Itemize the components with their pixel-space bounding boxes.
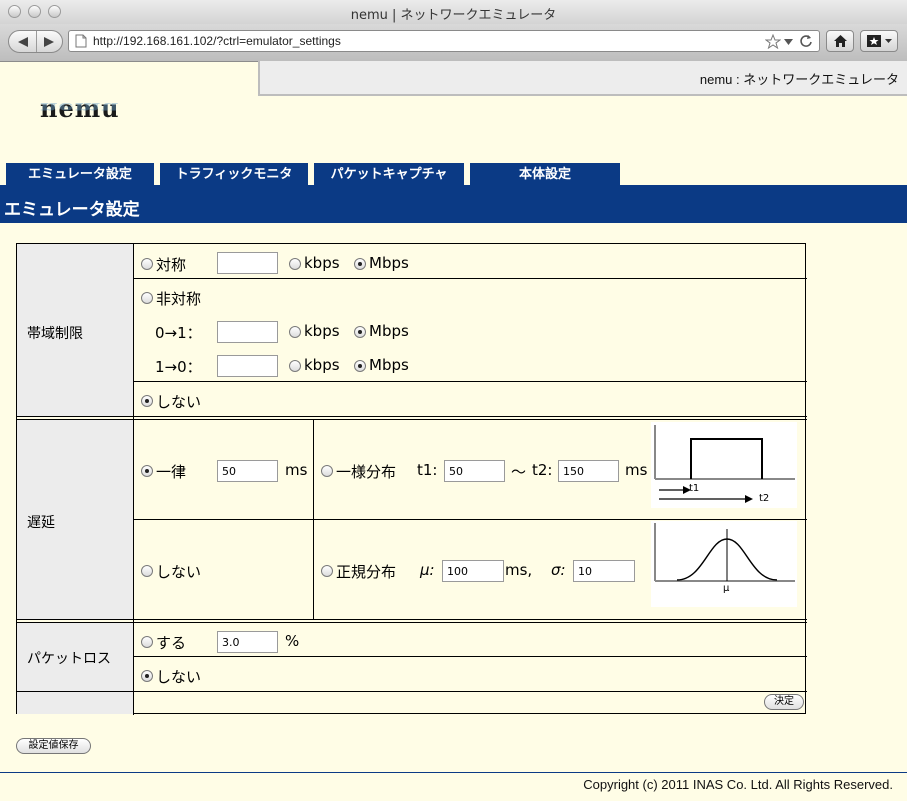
radio-1-to-0-kbps[interactable] bbox=[289, 360, 301, 372]
mu-unit: ms, bbox=[505, 561, 533, 579]
delay-none-label: しない bbox=[156, 563, 202, 581]
dir-1-to-0-mbps-label: Mbps bbox=[369, 356, 409, 374]
forward-icon[interactable] bbox=[42, 36, 56, 48]
delay-constant-input[interactable]: 50 bbox=[217, 460, 278, 482]
delay-uniform-label: 一様分布 bbox=[336, 463, 397, 481]
packet-loss-none-label: しない bbox=[156, 668, 202, 686]
page-icon bbox=[75, 34, 87, 48]
site-title: nemu : ネットワークエミュレータ bbox=[699, 72, 899, 87]
radio-delay-normal[interactable] bbox=[321, 565, 333, 577]
mu-label: μ: bbox=[420, 561, 435, 579]
radio-delay-none[interactable] bbox=[141, 565, 153, 577]
t1-label: t1: bbox=[417, 461, 438, 479]
sigma-label: σ: bbox=[551, 561, 566, 579]
main-tabs: エミュレータ設定 トラフィックモニタ パケットキャプチャ 本体設定 bbox=[0, 163, 907, 185]
bookmarks-menu-button[interactable] bbox=[860, 30, 898, 52]
normal-distribution-diagram: μ bbox=[651, 521, 797, 607]
nemu-logo-reflection: nemu bbox=[40, 99, 120, 117]
delay-constant-label: 一律 bbox=[156, 463, 187, 481]
radio-packet-loss-on[interactable] bbox=[141, 636, 153, 648]
asymmetric-label: 非対称 bbox=[156, 290, 202, 308]
header-strip: nemu : ネットワークエミュレータ bbox=[258, 61, 907, 96]
window-title: nemu | ネットワークエミュレータ bbox=[350, 8, 557, 23]
packet-loss-label: パケットロス bbox=[27, 651, 111, 667]
radio-0-to-1-mbps[interactable] bbox=[354, 326, 366, 338]
settings-table: 帯域制限 遅延 パケットロス 対称 kbps Mbps 非対称 0→1： kbp… bbox=[16, 243, 807, 715]
radio-bandwidth-symmetric[interactable] bbox=[141, 258, 153, 270]
dir-0-to-1-mbps-label: Mbps bbox=[369, 322, 409, 340]
delay-uniform-unit: ms bbox=[625, 461, 648, 479]
dir-0-to-1-kbps-label: kbps bbox=[304, 322, 340, 340]
delay-label: 遅延 bbox=[27, 515, 55, 531]
symmetric-label: 対称 bbox=[156, 256, 187, 274]
bookmarks-icon bbox=[867, 35, 892, 47]
tab-traffic-monitor[interactable]: トラフィックモニタ bbox=[160, 163, 308, 185]
apply-button[interactable]: 決定 bbox=[764, 694, 804, 710]
uniform-distribution-graph bbox=[654, 425, 795, 503]
symmetric-bandwidth-input[interactable] bbox=[217, 252, 278, 274]
radio-bandwidth-asymmetric[interactable] bbox=[141, 292, 153, 304]
dir-0-to-1-label: 0→1： bbox=[155, 324, 202, 342]
diagram-mu-label: μ bbox=[723, 583, 730, 594]
tab-device-settings[interactable]: 本体設定 bbox=[470, 163, 620, 185]
bandwidth-label: 帯域制限 bbox=[27, 326, 83, 342]
bandwidth-0-to-1-input[interactable] bbox=[217, 321, 278, 343]
dropdown-arrow-icon[interactable] bbox=[784, 39, 793, 45]
t1-input[interactable]: 50 bbox=[444, 460, 505, 482]
url-text[interactable]: http://192.168.161.102/?ctrl=emulator_se… bbox=[93, 34, 341, 48]
radio-0-to-1-kbps[interactable] bbox=[289, 326, 301, 338]
radio-symmetric-mbps[interactable] bbox=[354, 258, 366, 270]
radio-packet-loss-none[interactable] bbox=[141, 670, 153, 682]
diagram-t1-label: t1 bbox=[689, 483, 700, 494]
radio-symmetric-kbps[interactable] bbox=[289, 258, 301, 270]
save-settings-button[interactable]: 設定値保存 bbox=[16, 738, 91, 754]
symmetric-mbps-label: Mbps bbox=[369, 254, 409, 272]
tab-packet-capture[interactable]: パケットキャプチャ bbox=[314, 163, 464, 185]
dir-1-to-0-kbps-label: kbps bbox=[304, 356, 340, 374]
browser-toolbar: http://192.168.161.102/?ctrl=emulator_se… bbox=[0, 24, 907, 62]
diagram-t2-label: t2 bbox=[759, 493, 770, 504]
reload-icon[interactable] bbox=[799, 34, 813, 48]
normal-distribution-graph bbox=[654, 523, 795, 582]
bookmark-star-icon[interactable] bbox=[765, 34, 781, 49]
tab-emulator-settings[interactable]: エミュレータ設定 bbox=[6, 163, 154, 185]
tilde-label: 〜 bbox=[511, 463, 527, 481]
radio-delay-uniform[interactable] bbox=[321, 465, 333, 477]
packet-loss-unit: % bbox=[285, 632, 300, 650]
dir-1-to-0-label: 1→0： bbox=[155, 358, 202, 376]
bandwidth-none-label: しない bbox=[156, 393, 202, 411]
t2-label: t2: bbox=[532, 461, 553, 479]
radio-1-to-0-mbps[interactable] bbox=[354, 360, 366, 372]
bandwidth-1-to-0-input[interactable] bbox=[217, 355, 278, 377]
home-icon bbox=[834, 35, 847, 47]
label-cell-empty bbox=[17, 692, 133, 714]
delay-constant-unit: ms bbox=[285, 461, 308, 479]
symmetric-kbps-label: kbps bbox=[304, 254, 340, 272]
nav-buttons bbox=[8, 30, 63, 53]
section-title: エミュレータ設定 bbox=[4, 200, 140, 220]
mu-input[interactable]: 100 bbox=[442, 560, 504, 582]
copyright-text: Copyright (c) 2011 INAS Co. Ltd. All Rig… bbox=[583, 777, 893, 792]
packet-loss-on-label: する bbox=[156, 634, 187, 652]
uniform-distribution-diagram: t1 t2 bbox=[651, 422, 797, 508]
radio-bandwidth-none[interactable] bbox=[141, 395, 153, 407]
sigma-input[interactable]: 10 bbox=[573, 560, 635, 582]
t2-input[interactable]: 150 bbox=[558, 460, 619, 482]
radio-delay-constant[interactable] bbox=[141, 465, 153, 477]
back-icon[interactable] bbox=[16, 36, 30, 48]
window-titlebar: nemu | ネットワークエミュレータ bbox=[0, 0, 907, 25]
footer-divider bbox=[0, 772, 907, 773]
packet-loss-input[interactable]: 3.0 bbox=[217, 631, 278, 653]
home-button[interactable] bbox=[826, 30, 854, 52]
section-header: エミュレータ設定 bbox=[0, 185, 907, 223]
address-bar[interactable]: http://192.168.161.102/?ctrl=emulator_se… bbox=[68, 30, 820, 52]
delay-normal-label: 正規分布 bbox=[336, 563, 397, 581]
